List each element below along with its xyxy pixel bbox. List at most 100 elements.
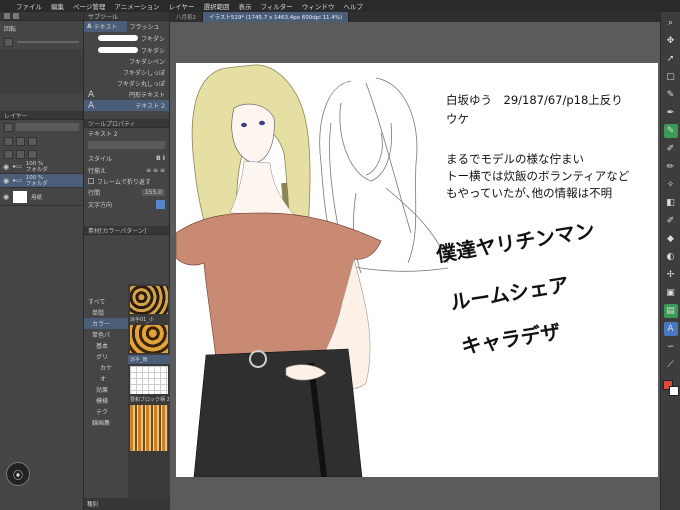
lock-icon[interactable] — [4, 136, 13, 146]
font-select[interactable] — [84, 138, 169, 152]
color-swatch-icon[interactable] — [662, 380, 679, 396]
subtool-item[interactable]: フキダシ — [84, 44, 169, 56]
move-icon[interactable]: ✥ — [664, 34, 678, 48]
type-label: 種別 — [87, 502, 99, 508]
navigator-controls — [0, 35, 83, 49]
leopard-swatch[interactable] — [130, 286, 168, 314]
doc-tab-active[interactable]: イラスト519* (1745.7 x 1463.4px 600dpi 11.4%… — [203, 12, 350, 22]
prop-label: フレームで折り返す — [97, 178, 151, 186]
menu-layer[interactable]: レイヤー — [169, 1, 195, 11]
style-buttons[interactable]: B I — [156, 155, 165, 162]
subtool-item[interactable]: フキダシしっぽ — [84, 67, 169, 78]
layer-row-selected[interactable]: ◉ ▸▭ 100 % フォルダ — [0, 174, 83, 188]
pencil-icon[interactable]: ✎ — [663, 124, 678, 138]
tab-text[interactable]: A テキスト — [84, 21, 127, 32]
tree-item[interactable]: 効果 — [84, 384, 128, 395]
sub-color[interactable] — [668, 386, 679, 396]
subtool-item[interactable]: フキダシ — [84, 32, 169, 44]
character-note: 白坂ゆう 29/187/67/p18上反り ウケ — [446, 91, 623, 129]
blend-mode-select[interactable] — [16, 123, 79, 131]
tree-item-selected[interactable]: カラー — [84, 318, 128, 329]
align-buttons[interactable]: ≡ ≡ ≡ — [146, 167, 165, 174]
grid-swatch[interactable] — [130, 366, 168, 394]
left-panel: 回転 レイヤー ◉ ▸▭ 100 % フォルダ ◉ ▸▭ 100 % フォルダ — [0, 12, 84, 510]
fill-icon[interactable]: ◆ — [664, 232, 678, 246]
figure-icon[interactable]: ✢ — [664, 268, 678, 282]
eye-icon[interactable]: ◉ — [3, 193, 9, 201]
tree-item[interactable]: すべて — [84, 296, 128, 307]
menu-filter[interactable]: フィルター — [260, 1, 292, 11]
eye-icon[interactable]: ◉ — [3, 177, 9, 185]
ruler-icon[interactable]: ⟋ — [664, 358, 678, 372]
doc-tab[interactable]: 八月祭2 — [170, 12, 203, 22]
lasso-icon[interactable]: ▢ — [664, 70, 678, 84]
stripe-swatch[interactable] — [130, 405, 168, 451]
delete-layer-icon[interactable] — [28, 149, 37, 159]
ref-icon[interactable] — [28, 136, 37, 146]
menu-file[interactable]: ファイル — [16, 1, 42, 11]
text-tool-icon: A — [87, 23, 92, 30]
tree-item[interactable]: 基本 — [84, 340, 128, 351]
subtool-header-label: サブツール — [88, 13, 119, 21]
nav-button[interactable] — [4, 37, 13, 47]
zoom-icon[interactable]: ⌕ — [664, 16, 678, 30]
subtool-item[interactable]: A 円形テキスト — [84, 89, 169, 100]
menu-help[interactable]: ヘルプ — [343, 1, 363, 11]
font-dropdown[interactable] — [88, 141, 165, 149]
tree-item[interactable]: テク — [84, 406, 128, 417]
tree-item[interactable]: カケ — [84, 362, 128, 373]
tree-item[interactable]: 単階 — [84, 307, 128, 318]
tree-item[interactable]: 線画集 — [84, 417, 128, 428]
blend-icon[interactable]: ✐ — [664, 214, 678, 228]
gradient-icon[interactable]: ◐ — [664, 250, 678, 264]
document-tabbar: 八月祭2 イラスト519* (1745.7 x 1463.4px 600dpi … — [170, 12, 660, 22]
new-layer-icon[interactable] — [4, 149, 13, 159]
eyedropper-icon[interactable]: ✎ — [664, 88, 678, 102]
pen-icon[interactable]: ✒ — [664, 106, 678, 120]
eye-icon[interactable]: ◉ — [3, 163, 9, 171]
decoration-icon[interactable]: ✧ — [664, 178, 678, 192]
subtool-item[interactable]: フキダシ丸しっぽ — [84, 78, 169, 89]
layer-row[interactable]: ◉ 用紙 — [0, 188, 83, 206]
layer-row[interactable]: ◉ ▸▭ 100 % フォルダ — [0, 160, 83, 174]
clip-icon[interactable] — [16, 136, 25, 146]
tab-flash[interactable]: フラッシュ — [127, 21, 170, 32]
brush-icon[interactable]: ✐ — [664, 142, 678, 156]
leopard-swatch-2[interactable] — [130, 325, 168, 353]
subtool-item[interactable]: フキダシペン — [84, 56, 169, 67]
subtool-item-selected[interactable]: A テキスト 2 — [84, 100, 169, 111]
menu-edit[interactable]: 編集 — [51, 1, 64, 11]
eraser-icon[interactable]: ◧ — [664, 196, 678, 210]
subtool-label: フキダシ — [140, 47, 165, 55]
frame-icon[interactable]: ▣ — [664, 286, 678, 300]
airbrush-icon[interactable]: ✏ — [664, 160, 678, 174]
select-icon[interactable]: ➚ — [664, 52, 678, 66]
wrap-checkbox[interactable] — [88, 178, 94, 184]
balloon-preview — [97, 35, 138, 41]
tree-item[interactable]: オ — [84, 373, 128, 384]
menu-selection[interactable]: 選択範囲 — [203, 1, 229, 11]
blend-mode-icon[interactable] — [4, 122, 13, 132]
skirt-shape — [193, 348, 363, 477]
rotate-slider[interactable] — [17, 41, 79, 43]
balloon-icon[interactable]: ▤ — [663, 304, 678, 318]
line-spacing-input[interactable]: 155.0 — [141, 188, 165, 196]
smartphone-connect-icon[interactable]: ⦿ — [6, 462, 30, 486]
menu-view[interactable]: 表示 — [238, 1, 251, 11]
tree-item[interactable]: 模様 — [84, 395, 128, 406]
menu-page[interactable]: ページ管理 — [73, 1, 105, 11]
doc-tab-label: 八月祭2 — [176, 15, 196, 21]
menu-animation[interactable]: アニメーション — [114, 1, 159, 11]
line-fix-icon[interactable]: ∽ — [664, 340, 678, 354]
new-folder-icon[interactable] — [16, 149, 25, 159]
navigator-header — [0, 12, 83, 21]
panel-menu-icon-2[interactable] — [13, 13, 19, 19]
canvas[interactable]: 白坂ゆう 29/187/67/p18上反り ウケ まるでモデルの様な佇まい トー… — [176, 63, 658, 477]
tree-item[interactable]: グリ — [84, 351, 128, 362]
direction-button[interactable] — [156, 199, 165, 209]
panel-menu-icon[interactable] — [4, 13, 10, 19]
tree-item[interactable]: 単色パ — [84, 329, 128, 340]
text-icon[interactable]: A — [663, 322, 678, 336]
subtool-tabs: A テキスト フラッシュ — [84, 21, 169, 32]
menu-window[interactable]: ウィンドウ — [302, 1, 335, 11]
